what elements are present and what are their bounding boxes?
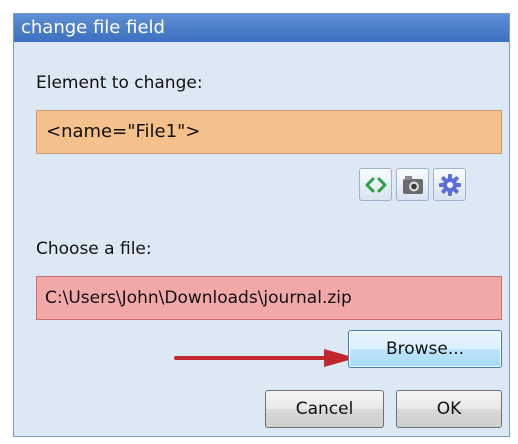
code-brackets-button[interactable] [359, 168, 392, 201]
element-to-change-label: Element to change: [36, 73, 203, 93]
arrow-icon [174, 349, 356, 367]
gear-icon [438, 173, 461, 196]
file-path-field[interactable]: C:\Users\John\Downloads\journal.zip [36, 276, 502, 320]
choose-file-label: Choose a file: [36, 239, 152, 259]
change-file-field-dialog: change file field Element to change: <na… [13, 13, 510, 437]
ok-button[interactable]: OK [396, 390, 502, 428]
cancel-button[interactable]: Cancel [265, 390, 384, 428]
code-brackets-icon [365, 177, 386, 192]
camera-button[interactable] [396, 168, 429, 201]
element-selector-field[interactable]: <name="File1"> [36, 110, 502, 154]
settings-button[interactable] [433, 168, 466, 201]
camera-icon [402, 175, 423, 194]
dialog-title: change file field [14, 14, 509, 42]
browse-button[interactable]: Browse... [348, 330, 502, 368]
